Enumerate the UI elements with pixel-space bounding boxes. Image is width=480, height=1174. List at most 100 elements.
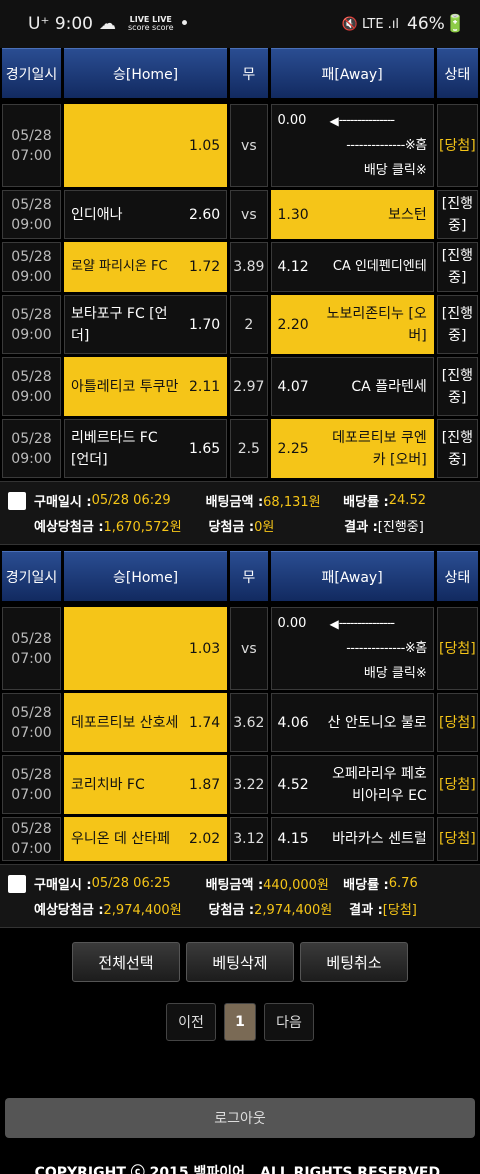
purchase-time: 05/28 06:25: [91, 876, 171, 891]
home-pick[interactable]: 1.03: [63, 607, 228, 690]
expected-win: 2,974,400원: [103, 903, 182, 918]
table-row: 05/28 09:00 인디애나 2.60 vs 1.30 보스턴 [진행중]: [0, 190, 480, 239]
home-pick[interactable]: 인디애나 2.60: [63, 190, 228, 239]
home-pick[interactable]: 1.05: [63, 104, 228, 187]
header-home: 승[Home]: [63, 48, 228, 98]
draw-cell: vs: [230, 104, 268, 187]
header-away: 패[Away]: [270, 551, 434, 601]
cloud-icon: ☁: [99, 14, 116, 34]
select-all-button[interactable]: 전체선택: [72, 942, 180, 982]
home-pick[interactable]: 코리치바 FC 1.87: [63, 755, 228, 814]
draw-cell[interactable]: 3.12: [230, 817, 268, 861]
next-page-button[interactable]: 다음: [264, 1003, 314, 1041]
table-row: 05/28 09:00 보타포구 FC [언더] 1.70 2 2.20 노보리존티누…: [0, 295, 480, 354]
table-row: 05/28 09:00 로얄 파리시온 FC 1.72 3.89 4.12 CA 인데…: [0, 242, 480, 292]
header-draw: 무: [230, 551, 268, 601]
away-pick[interactable]: 4.52 오페라리우 페호비아리우 EC: [270, 755, 434, 814]
match-time: 05/28 07:00: [2, 755, 61, 814]
delete-bet-button[interactable]: 베팅삭제: [186, 942, 294, 982]
header-date: 경기일시: [2, 551, 61, 601]
away-pick[interactable]: 4.15 바라카스 센트럴: [270, 817, 434, 861]
result-badge: [당첨]: [436, 755, 478, 814]
prev-page-button[interactable]: 이전: [166, 1003, 216, 1041]
result-badge: [진행중]: [436, 190, 478, 239]
match-time: 05/28 07:00: [2, 104, 61, 187]
home-pick[interactable]: 로얄 파리시온 FC 1.72: [63, 242, 228, 292]
arrow-left-icon: ◀: [329, 616, 339, 631]
table-header: 경기일시 승[Home] 무 패[Away] 상태: [0, 48, 480, 98]
header-away: 패[Away]: [270, 48, 434, 98]
draw-cell[interactable]: 2: [230, 295, 268, 354]
header-draw: 무: [230, 48, 268, 98]
notification-dot: •: [179, 14, 190, 34]
status-bar: U⁺ 9:00 ☁ LIVE LIVE score score • 🔇 LTE .…: [0, 0, 480, 48]
header-home: 승[Home]: [63, 551, 228, 601]
away-pick[interactable]: 1.30 보스턴: [270, 190, 434, 239]
match-time: 05/28 09:00: [2, 190, 61, 239]
result-badge: [진행중]: [436, 242, 478, 292]
bonus-odds-cell[interactable]: 0.00 ◀ --------------- --------------※홈 배당…: [270, 104, 434, 187]
current-page-button[interactable]: 1: [224, 1003, 256, 1041]
result-badge: [당첨]: [436, 104, 478, 187]
match-time: 05/28 07:00: [2, 693, 61, 752]
home-pick[interactable]: 우니온 데 산타페 2.02: [63, 817, 228, 861]
win-amount: 2,974,400원: [254, 903, 333, 918]
draw-cell[interactable]: 3.62: [230, 693, 268, 752]
bonus-odds-cell[interactable]: 0.00 ◀ --------------- --------------※홈 배당…: [270, 607, 434, 690]
match-time: 05/28 07:00: [2, 607, 61, 690]
cancel-bet-button[interactable]: 베팅취소: [300, 942, 408, 982]
bet-amount: 68,131원: [263, 495, 321, 510]
total-odds: 24.52: [388, 493, 426, 508]
result-badge: [진행중]: [436, 295, 478, 354]
draw-cell[interactable]: vs: [230, 190, 268, 239]
purchase-time: 05/28 06:29: [91, 493, 171, 508]
match-time: 05/28 09:00: [2, 295, 61, 354]
away-pick[interactable]: 4.12 CA 인데펜디엔테: [270, 242, 434, 292]
result-badge: [당첨]: [436, 607, 478, 690]
result-badge: [당첨]: [436, 693, 478, 752]
header-date: 경기일시: [2, 48, 61, 98]
slip-result: [당첨]: [382, 903, 417, 918]
result-badge: [진행중]: [436, 357, 478, 416]
table-row: 05/28 07:00 우니온 데 산타페 2.02 3.12 4.15 바라카스 센…: [0, 817, 480, 861]
home-pick[interactable]: 데포르티보 산호세 1.74: [63, 693, 228, 752]
pagination: 이전 1 다음: [0, 1003, 480, 1041]
table-header: 경기일시 승[Home] 무 패[Away] 상태: [0, 551, 480, 601]
bet-amount: 440,000원: [263, 878, 329, 893]
result-badge: [당첨]: [436, 817, 478, 861]
away-pick[interactable]: 4.06 산 안토니오 불로: [270, 693, 434, 752]
result-badge: [진행중]: [436, 419, 478, 478]
table-row: 05/28 09:00 리베르타드 FC [언더] 1.65 2.5 2.25 데포르…: [0, 419, 480, 478]
header-state: 상태: [436, 551, 478, 601]
draw-cell[interactable]: 3.89: [230, 242, 268, 292]
live-score-icon: LIVE LIVE score score: [128, 15, 174, 32]
slip-checkbox[interactable]: [8, 491, 26, 510]
away-pick[interactable]: 2.20 노보리존티누 [오버]: [270, 295, 434, 354]
match-time: 05/28 07:00: [2, 817, 61, 861]
logout-button[interactable]: 로그아웃: [5, 1098, 475, 1138]
bet-summary: 구매일시 : 05/28 06:25 배팅금액 : 440,000원 배당률 :…: [0, 864, 480, 928]
match-time: 05/28 09:00: [2, 357, 61, 416]
signal-icons: 🔇 LTE .ıl: [341, 16, 400, 32]
away-pick[interactable]: 2.25 데포르티보 쿠엔카 [오버]: [270, 419, 434, 478]
total-odds: 6.76: [388, 876, 418, 891]
home-pick[interactable]: 보타포구 FC [언더] 1.70: [63, 295, 228, 354]
table-row: 05/28 09:00 아틀레티코 투쿠만 2.11 2.97 4.07 CA 플라텐…: [0, 357, 480, 416]
slip-checkbox[interactable]: [8, 874, 26, 893]
home-pick[interactable]: 리베르타드 FC [언더] 1.65: [63, 419, 228, 478]
slip-result: [진행중]: [377, 520, 424, 535]
home-pick[interactable]: 아틀레티코 투쿠만 2.11: [63, 357, 228, 416]
copyright-text: COPYRIGHT ⓒ 2015 뱀파이어 . ALL RIGHTS RESER…: [34, 1165, 446, 1174]
draw-cell[interactable]: 2.97: [230, 357, 268, 416]
draw-cell: vs: [230, 607, 268, 690]
match-time: 05/28 09:00: [2, 419, 61, 478]
table-row: 05/28 07:00 1.03 vs 0.00 ◀ --------------- …: [0, 607, 480, 690]
draw-cell[interactable]: 2.5: [230, 419, 268, 478]
clock: U⁺ 9:00: [28, 14, 93, 34]
draw-cell[interactable]: 3.22: [230, 755, 268, 814]
win-amount: 0원: [254, 520, 275, 535]
away-pick[interactable]: 4.07 CA 플라텐세: [270, 357, 434, 416]
battery-indicator: 46%🔋: [407, 14, 466, 34]
header-state: 상태: [436, 48, 478, 98]
table-row: 05/28 07:00 1.05 vs 0.00 ◀ --------------- …: [0, 104, 480, 187]
